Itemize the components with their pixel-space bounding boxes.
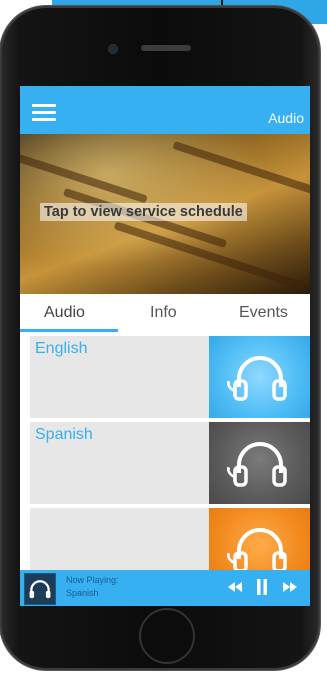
headphones-icon	[29, 580, 51, 599]
volume-down-button	[0, 232, 1, 278]
headphones-icon	[227, 356, 287, 401]
banner-caption: Tap to view service schedule	[40, 203, 247, 221]
channel-label: Spanish	[35, 426, 93, 443]
carousel-indicator[interactable]	[149, 285, 177, 291]
now-playing-artwork[interactable]	[24, 573, 56, 605]
tab-audio[interactable]: Audio	[44, 304, 85, 322]
now-playing-track: Spanish	[66, 588, 99, 598]
tab-bar: Audio Info Events	[20, 294, 310, 332]
tab-info[interactable]: Info	[150, 304, 177, 322]
page-title: Audio	[268, 110, 304, 126]
headphones-icon	[227, 442, 287, 487]
service-schedule-banner[interactable]: Tap to view service schedule	[20, 134, 310, 294]
pause-icon[interactable]	[256, 578, 268, 601]
app-screen: Audio Tap to view service schedule Audio…	[20, 86, 310, 606]
rewind-icon[interactable]	[227, 580, 243, 599]
front-camera	[108, 44, 118, 54]
fast-forward-icon[interactable]	[282, 580, 298, 599]
hamburger-icon[interactable]	[32, 104, 56, 121]
app-header: Audio	[20, 86, 310, 134]
channel-thumbnail[interactable]	[209, 422, 310, 504]
phone-frame: Audio Tap to view service schedule Audio…	[0, 6, 320, 670]
channel-label: English	[35, 340, 88, 357]
volume-up-button	[0, 174, 1, 220]
tab-events[interactable]: Events	[239, 304, 288, 322]
home-button[interactable]	[139, 608, 195, 664]
channel-item-english[interactable]: English	[30, 336, 310, 418]
mute-switch	[0, 128, 1, 154]
now-playing-bar[interactable]: Now Playing: Spanish	[20, 570, 310, 606]
channel-thumbnail[interactable]	[209, 336, 310, 418]
earpiece-speaker	[141, 45, 191, 51]
channel-item-spanish[interactable]: Spanish	[30, 422, 310, 504]
now-playing-label: Now Playing:	[66, 575, 119, 585]
active-tab-indicator	[20, 329, 118, 332]
